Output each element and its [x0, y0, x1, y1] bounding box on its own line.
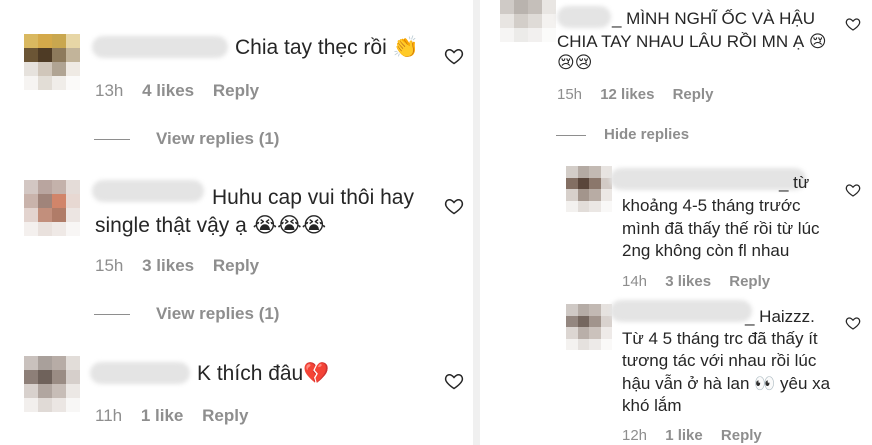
avatar[interactable]	[500, 0, 556, 42]
reply-button[interactable]: Reply	[213, 256, 259, 275]
reply-button[interactable]: Reply	[729, 273, 770, 290]
eyes-emoji: 👀	[754, 374, 776, 394]
comment-meta: 15h 3 likes Reply	[95, 256, 273, 276]
replies-dash	[94, 139, 130, 141]
heart-icon[interactable]	[444, 46, 464, 66]
reply-button[interactable]: Reply	[721, 427, 762, 444]
likes-count[interactable]: 12 likes	[600, 86, 654, 103]
reply-time: 12h	[622, 427, 648, 444]
reply-text-line-3: tương tác với nhau rồi lúc	[622, 351, 817, 370]
view-replies-button[interactable]: View replies (1)	[94, 304, 279, 324]
avatar[interactable]	[566, 304, 612, 350]
reply-text-line-3: mình đã thấy thế rồi từ lúc	[622, 219, 820, 238]
reply-text-line-2: khoảng 4-5 tháng trước	[622, 196, 801, 215]
likes-count[interactable]: 1 like	[141, 406, 184, 425]
reply-button[interactable]: Reply	[673, 86, 714, 103]
right-comments-panel: _ MÌNH NGHĨ ỐC VÀ HẬU CHIA TAY NHAU LÂU …	[480, 0, 872, 445]
comment-time: 15h	[95, 256, 124, 275]
reply-text-line-4: hậu vẫn ở hà lan 👀 yêu xa	[622, 374, 831, 394]
reply-button[interactable]: Reply	[213, 81, 259, 100]
avatar[interactable]	[24, 34, 80, 90]
reply-text-line-5: khó lắm	[622, 396, 682, 415]
likes-count[interactable]: 3 likes	[142, 256, 194, 275]
comment-text-line-3: 😢😢	[557, 52, 592, 74]
likes-count[interactable]: 3 likes	[665, 273, 711, 290]
comment-time: 15h	[557, 86, 583, 103]
reply-time: 14h	[622, 273, 648, 290]
left-comments-panel: Chia tay thẹc rồi 👏 13h 4 likes Reply Vi…	[0, 0, 472, 445]
reply-button[interactable]: Reply	[202, 406, 248, 425]
blurred-username[interactable]	[610, 300, 752, 322]
comment-meta: 15h 12 likes Reply	[557, 86, 727, 103]
comment-text-line-1: Huhu cap vui thôi hay	[212, 186, 414, 209]
comment-text: Chia tay thẹc rồi 👏	[235, 35, 419, 59]
broken-heart-emoji: 💔	[303, 361, 330, 385]
heart-icon[interactable]	[845, 16, 861, 32]
blurred-username[interactable]	[90, 362, 190, 384]
comment-meta: 11h 1 like Reply	[95, 406, 262, 426]
comment-time: 11h	[95, 406, 123, 425]
reply-meta: 12h 1 like Reply	[622, 427, 776, 444]
sad-emoji: 😢	[808, 32, 827, 52]
blurred-username[interactable]	[92, 180, 204, 202]
comment-text-line-2: single thật vậy ạ 😭😭😭	[95, 213, 327, 237]
reply-text-line-2: Từ 4 5 tháng trc đã thấy ít	[622, 329, 818, 348]
avatar[interactable]	[24, 180, 80, 236]
heart-icon[interactable]	[444, 196, 464, 216]
replies-dash	[94, 314, 130, 316]
heart-icon[interactable]	[845, 315, 861, 331]
comment-text-line-2: CHIA TAY NHAU LÂU RỒI MN Ạ 😢	[557, 32, 827, 52]
view-replies-button[interactable]: View replies (1)	[94, 129, 279, 149]
blurred-username[interactable]	[610, 168, 806, 190]
likes-count[interactable]: 1 like	[665, 427, 703, 444]
sad-emoji: 😢😢	[557, 53, 593, 73]
comment-time: 13h	[95, 81, 124, 100]
reply-text-line-1: _ Haizzz.	[745, 307, 815, 326]
comment-text-line-1: _ MÌNH NGHĨ ỐC VÀ HẬU	[612, 9, 816, 28]
avatar[interactable]	[24, 356, 80, 412]
heart-icon[interactable]	[845, 182, 861, 198]
blurred-username[interactable]	[557, 6, 611, 28]
reply-text-line-1: _ từ	[779, 173, 810, 192]
hide-replies-button[interactable]: Hide replies	[556, 126, 689, 143]
blurred-username[interactable]	[92, 36, 228, 58]
comment-meta: 13h 4 likes Reply	[95, 81, 273, 101]
reply-text-line-4: 2ng không còn fl nhau	[622, 241, 790, 260]
clapping-emoji: 👏	[392, 35, 419, 59]
avatar[interactable]	[566, 166, 612, 212]
heart-icon[interactable]	[444, 371, 464, 391]
likes-count[interactable]: 4 likes	[142, 81, 194, 100]
replies-dash	[556, 134, 586, 136]
reply-meta: 14h 3 likes Reply	[622, 273, 784, 290]
crying-emoji: 😭😭😭	[252, 213, 327, 237]
panel-divider	[473, 0, 480, 445]
comment-text: K thích đâu💔	[197, 361, 330, 385]
